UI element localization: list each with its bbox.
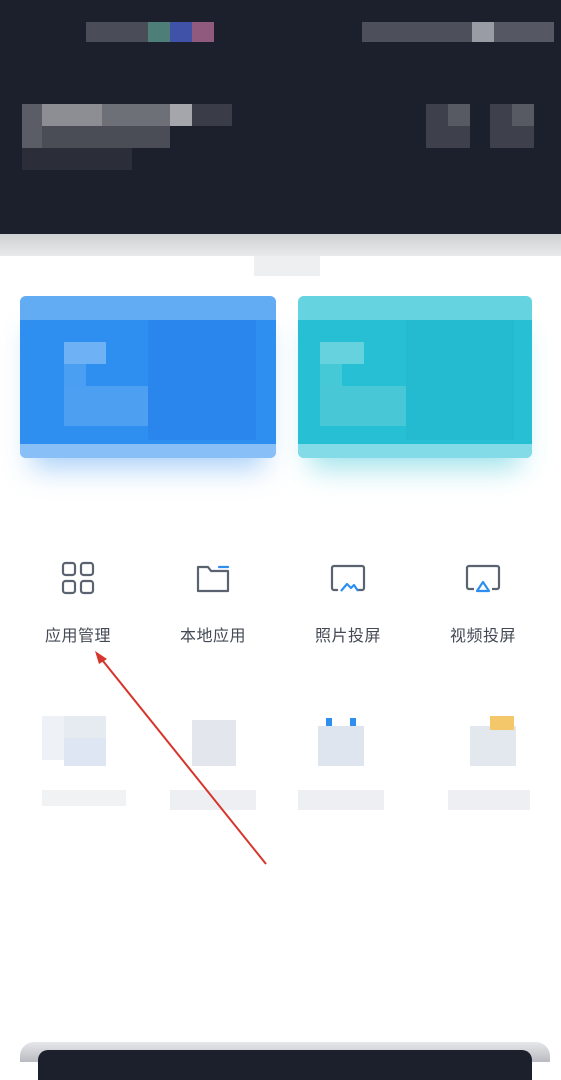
arrow-head xyxy=(95,651,107,664)
arrow-shaft xyxy=(98,655,267,865)
annotation-arrow xyxy=(95,651,267,865)
bottom-dark-bar xyxy=(38,1050,532,1080)
